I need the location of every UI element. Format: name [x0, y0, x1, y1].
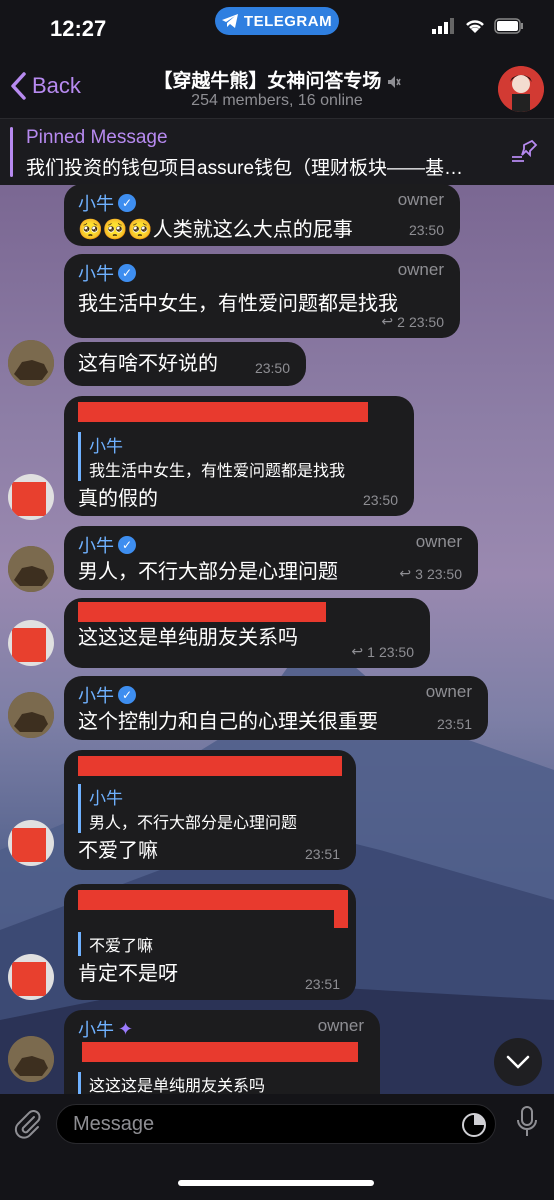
- pin-list-icon[interactable]: [510, 139, 538, 163]
- redaction: [82, 1042, 358, 1062]
- message-meta: ↩ 1 23:50: [351, 643, 414, 660]
- message-bubble[interactable]: 这这这是单纯朋友关系吗 ↩ 1 23:50: [64, 598, 430, 668]
- avatar[interactable]: [8, 474, 54, 520]
- message-bubble[interactable]: 小牛 ✓ owner 我生活中女生，有性爱问题都是找我 ↩ 2 23:50: [64, 254, 460, 338]
- redaction: [334, 890, 348, 928]
- sender-name: 小牛 ✓: [78, 532, 464, 558]
- message-text: 不爱了嘛: [78, 840, 158, 862]
- redaction: [78, 402, 368, 422]
- avatar[interactable]: [8, 692, 54, 738]
- system-icons: [432, 18, 524, 34]
- message-input[interactable]: [57, 1105, 449, 1144]
- message-bubble[interactable]: 小牛 ✓ owner 男人，不行大部分是心理问题 ↩ 3 23:50: [64, 526, 478, 590]
- avatar[interactable]: [8, 340, 54, 386]
- pinned-text: 我们投资的钱包项目assure钱包（理财板块——基…: [26, 158, 464, 179]
- sender-name: 小牛 ✓: [78, 260, 446, 286]
- message-text: 这个控制力和自己的心理关很重要: [78, 711, 378, 733]
- owner-badge: owner: [397, 260, 444, 279]
- message-bubble[interactable]: 小牛 ✓ owner 这个控制力和自己的心理关很重要 23:51: [64, 676, 488, 740]
- status-bar: 12:27 TELEGRAM: [0, 0, 554, 60]
- owner-badge: owner: [415, 532, 462, 551]
- composer: [0, 1094, 554, 1200]
- pinned-message-bar[interactable]: Pinned Message 我们投资的钱包项目assure钱包（理财板块——基…: [0, 118, 554, 185]
- signal-icon: [432, 18, 454, 34]
- pinned-title: Pinned Message: [26, 127, 168, 148]
- battery-icon: [494, 18, 523, 34]
- message-meta: ↩ 3 23:50: [399, 565, 462, 582]
- quote-text: 不爱了嘛: [89, 938, 154, 955]
- scroll-down-button[interactable]: [494, 1038, 542, 1086]
- reply-quote[interactable]: 小牛 我生活中女生，有性爱问题都是找我: [78, 432, 400, 481]
- chat-title[interactable]: 【穿越牛熊】女神问答专场: [0, 66, 554, 93]
- sender-name: 小牛 ✓: [78, 190, 446, 216]
- message-bubble[interactable]: 这有啥不好说的 23:50: [64, 342, 306, 386]
- avatar[interactable]: [8, 620, 54, 666]
- message-bubble[interactable]: 小牛 ✦ owner 这这这是单纯朋友关系吗: [64, 1010, 380, 1094]
- telegram-logo-icon: [221, 14, 238, 28]
- redaction: [78, 890, 348, 910]
- anime-avatar-icon: [498, 66, 544, 112]
- message-text: 🥺🥺🥺人类就这么大点的屁事: [78, 219, 353, 241]
- sticker-icon[interactable]: [461, 1112, 487, 1138]
- message-bubble[interactable]: 小牛 ✓ owner 🥺🥺🥺人类就这么大点的屁事 23:50: [64, 184, 460, 246]
- message-meta: 23:51: [304, 976, 340, 992]
- avatar[interactable]: [8, 1036, 54, 1082]
- quote-text: 这这这是单纯朋友关系吗: [89, 1078, 266, 1094]
- avatar[interactable]: [8, 954, 54, 1000]
- wifi-icon: [466, 20, 484, 33]
- pinned-accent-bar: [10, 127, 13, 177]
- chat-subtitle: 254 members, 16 online: [191, 92, 363, 109]
- message-bubble[interactable]: 小牛 我生活中女生，有性爱问题都是找我 真的假的 23:50: [64, 396, 414, 516]
- chat-title-text: 【穿越牛熊】女神问答专场: [153, 71, 382, 92]
- reply-quote[interactable]: 这这这是单纯朋友关系吗: [78, 1072, 366, 1094]
- sender-name: 小牛 ✓: [78, 682, 474, 708]
- message-meta: 23:50: [254, 360, 290, 376]
- chevron-down-icon: [506, 1055, 530, 1069]
- avatar[interactable]: [8, 546, 54, 592]
- message-bubble[interactable]: 小牛 男人，不行大部分是心理问题 不爱了嘛 23:51: [64, 750, 356, 870]
- owner-badge: owner: [317, 1016, 364, 1035]
- message-meta: 23:50: [408, 222, 444, 238]
- chat-header: Back 【穿越牛熊】女神问答专场 254 members, 16 online: [0, 60, 554, 118]
- message-meta: 23:50: [362, 492, 398, 508]
- quote-name: 小牛: [89, 437, 123, 456]
- message-bubble[interactable]: 不爱了嘛 肯定不是呀 23:51: [64, 884, 356, 1000]
- quote-text: 男人，不行大部分是心理问题: [89, 815, 298, 832]
- message-field[interactable]: [56, 1104, 496, 1144]
- verified-icon: ✦: [118, 1018, 134, 1039]
- message-text: 肯定不是呀: [78, 963, 178, 985]
- quote-name: 小牛: [89, 789, 123, 808]
- verified-icon: ✓: [118, 536, 136, 554]
- verified-icon: ✓: [118, 686, 136, 704]
- message-meta: ↩ 2 23:50: [381, 313, 444, 330]
- telegram-banner-label: TELEGRAM: [243, 12, 333, 30]
- message-meta: 23:51: [436, 716, 472, 732]
- telegram-banner[interactable]: TELEGRAM: [215, 7, 339, 35]
- group-avatar[interactable]: [498, 66, 544, 112]
- microphone-icon[interactable]: [516, 1106, 538, 1138]
- reply-icon: ↩: [381, 313, 394, 329]
- owner-badge: owner: [397, 190, 444, 209]
- avatar[interactable]: [8, 820, 54, 866]
- message-list[interactable]: 小牛 ✓ owner 🥺🥺🥺人类就这么大点的屁事 23:50 小牛 ✓ owner …: [0, 184, 554, 1094]
- reply-quote[interactable]: 小牛 男人，不行大部分是心理问题: [78, 784, 342, 833]
- home-indicator[interactable]: [178, 1180, 374, 1186]
- clock: 12:27: [50, 16, 107, 41]
- muted-speaker-icon: [387, 75, 401, 88]
- reply-quote[interactable]: 不爱了嘛: [78, 932, 342, 956]
- redaction: [78, 756, 342, 776]
- paperclip-icon[interactable]: [12, 1108, 44, 1140]
- owner-badge: owner: [425, 682, 472, 701]
- redaction: [78, 602, 326, 622]
- verified-icon: ✓: [118, 264, 136, 282]
- quote-text: 我生活中女生，有性爱问题都是找我: [89, 463, 346, 480]
- message-text: 真的假的: [78, 488, 158, 510]
- verified-icon: ✓: [118, 194, 136, 212]
- message-meta: 23:51: [304, 846, 340, 862]
